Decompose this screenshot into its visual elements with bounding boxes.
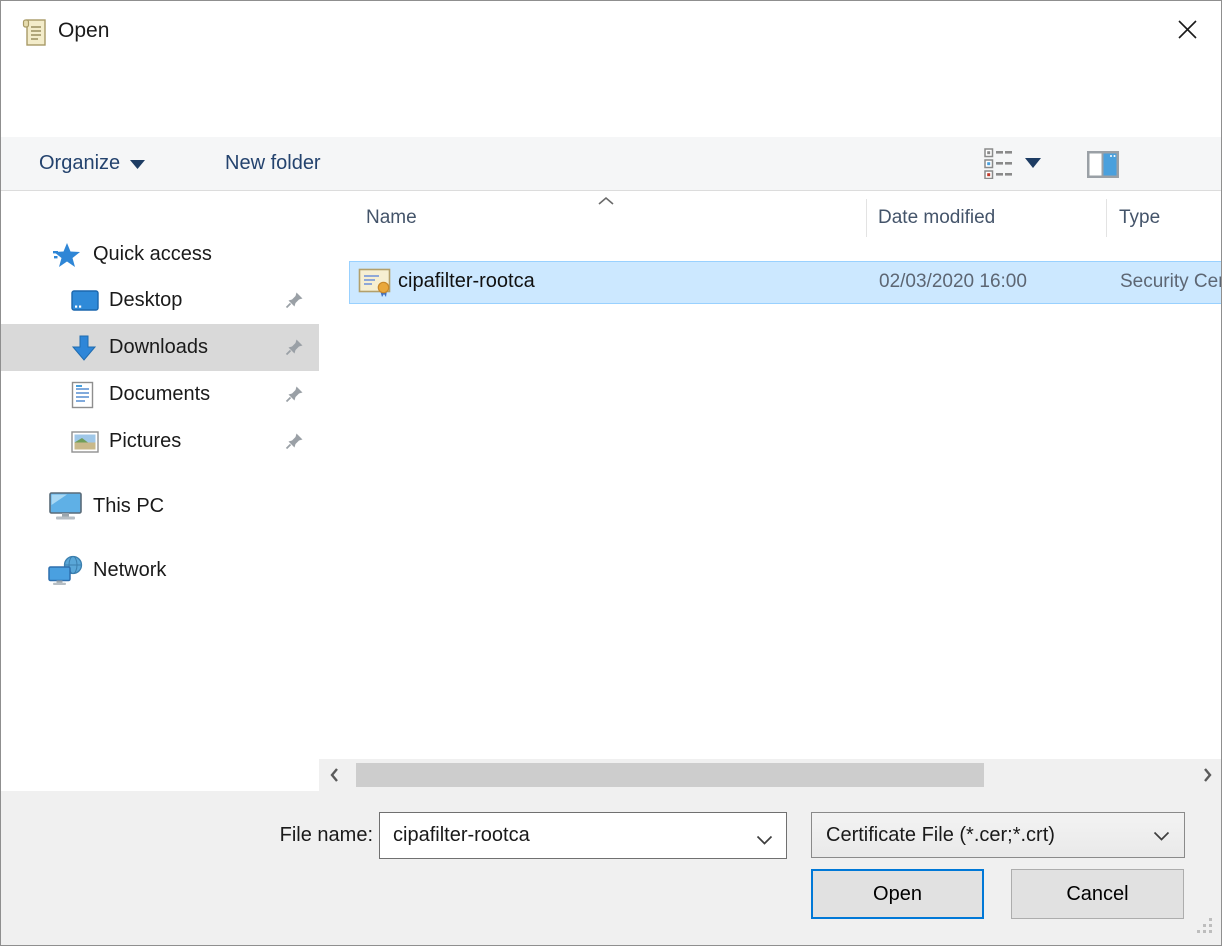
sidebar-label: Pictures bbox=[109, 430, 181, 453]
chevron-down-icon[interactable] bbox=[756, 832, 773, 850]
organize-label: Organize bbox=[39, 152, 120, 175]
change-view-button[interactable] bbox=[984, 148, 1012, 179]
horizontal-scrollbar[interactable] bbox=[319, 759, 1222, 791]
chevron-down-icon bbox=[130, 152, 145, 175]
change-view-dropdown[interactable] bbox=[1025, 158, 1041, 168]
sidebar-item-desktop[interactable]: Desktop bbox=[1, 277, 319, 324]
file-type-value: Certificate File (*.cer;*.crt) bbox=[826, 824, 1055, 847]
sidebar-label: Quick access bbox=[93, 243, 212, 266]
cancel-button-label: Cancel bbox=[1066, 883, 1128, 906]
scroll-right-icon[interactable] bbox=[1201, 767, 1215, 783]
pin-icon[interactable] bbox=[285, 291, 304, 316]
network-icon bbox=[47, 555, 84, 586]
this-pc-icon bbox=[47, 491, 84, 522]
close-button[interactable] bbox=[1165, 13, 1209, 51]
chevron-down-icon bbox=[1153, 824, 1170, 847]
scrollbar-thumb[interactable] bbox=[356, 763, 984, 787]
open-button[interactable]: Open bbox=[811, 869, 984, 919]
file-type-dropdown[interactable]: Certificate File (*.cer;*.crt) bbox=[811, 812, 1185, 858]
file-date-cell: 02/03/2020 16:00 bbox=[879, 271, 1027, 293]
open-dialog: Open bbox=[0, 0, 1222, 946]
column-divider[interactable] bbox=[866, 199, 867, 237]
sidebar-label: Desktop bbox=[109, 289, 182, 312]
file-type-cell: Security Certificate bbox=[1120, 271, 1222, 293]
organize-button[interactable]: Organize bbox=[39, 137, 145, 190]
sidebar-label: Downloads bbox=[109, 336, 208, 359]
close-icon bbox=[1176, 18, 1199, 46]
file-row-selected[interactable]: cipafilter-rootca 02/03/2020 16:00 Secur… bbox=[349, 261, 1222, 304]
sidebar-item-downloads[interactable]: Downloads bbox=[1, 324, 319, 371]
dialog-footer: File name: Certificate File (*.cer;*.crt… bbox=[1, 791, 1221, 946]
sidebar-item-pictures[interactable]: Pictures bbox=[1, 418, 319, 465]
documents-icon bbox=[71, 381, 94, 409]
resize-grip-icon[interactable] bbox=[1196, 917, 1214, 940]
pin-icon[interactable] bbox=[285, 385, 304, 410]
pin-icon[interactable] bbox=[285, 338, 304, 363]
open-button-label: Open bbox=[873, 883, 922, 906]
file-name-input[interactable] bbox=[380, 813, 786, 858]
scroll-icon bbox=[21, 17, 48, 53]
sidebar-label: Documents bbox=[109, 383, 210, 406]
window-title: Open bbox=[58, 19, 109, 43]
file-name-label: File name: bbox=[161, 824, 373, 847]
certificate-icon bbox=[358, 267, 392, 303]
preview-pane-button[interactable] bbox=[1087, 151, 1119, 178]
navigation-pane: Quick access Desktop bbox=[1, 191, 319, 791]
quick-access-star-icon bbox=[53, 242, 81, 268]
chevron-down-icon bbox=[1025, 158, 1041, 168]
new-folder-button[interactable]: New folder bbox=[225, 137, 321, 190]
sidebar-item-documents[interactable]: Documents bbox=[1, 371, 319, 418]
sort-ascending-caret-icon[interactable] bbox=[597, 193, 615, 211]
cancel-button[interactable]: Cancel bbox=[1011, 869, 1184, 919]
downloads-icon bbox=[71, 334, 97, 362]
preview-pane-icon bbox=[1087, 151, 1119, 178]
pin-icon[interactable] bbox=[285, 432, 304, 457]
scroll-left-icon[interactable] bbox=[327, 767, 341, 783]
navigation-bar: This PC Downloads bbox=[1, 63, 1221, 137]
column-header-type[interactable]: Type bbox=[1119, 207, 1160, 229]
sidebar-item-quick-access[interactable]: Quick access bbox=[1, 231, 319, 278]
file-name-combobox bbox=[379, 812, 787, 859]
sidebar-label: Network bbox=[93, 559, 166, 582]
file-name-cell: cipafilter-rootca bbox=[398, 270, 535, 293]
column-divider[interactable] bbox=[1106, 199, 1107, 237]
sidebar-item-this-pc[interactable]: This PC bbox=[1, 483, 319, 530]
column-header-name[interactable]: Name bbox=[366, 207, 417, 229]
sidebar-item-network[interactable]: Network bbox=[1, 547, 319, 594]
pictures-icon bbox=[71, 431, 99, 453]
column-header-date-modified[interactable]: Date modified bbox=[878, 207, 995, 229]
file-list: Name Date modified Type cipafilter-rootc… bbox=[319, 191, 1222, 791]
title-bar: Open bbox=[1, 1, 1221, 63]
sidebar-label: This PC bbox=[93, 495, 164, 518]
desktop-icon bbox=[71, 290, 99, 312]
new-folder-label: New folder bbox=[225, 152, 321, 175]
details-view-icon bbox=[984, 148, 1012, 179]
